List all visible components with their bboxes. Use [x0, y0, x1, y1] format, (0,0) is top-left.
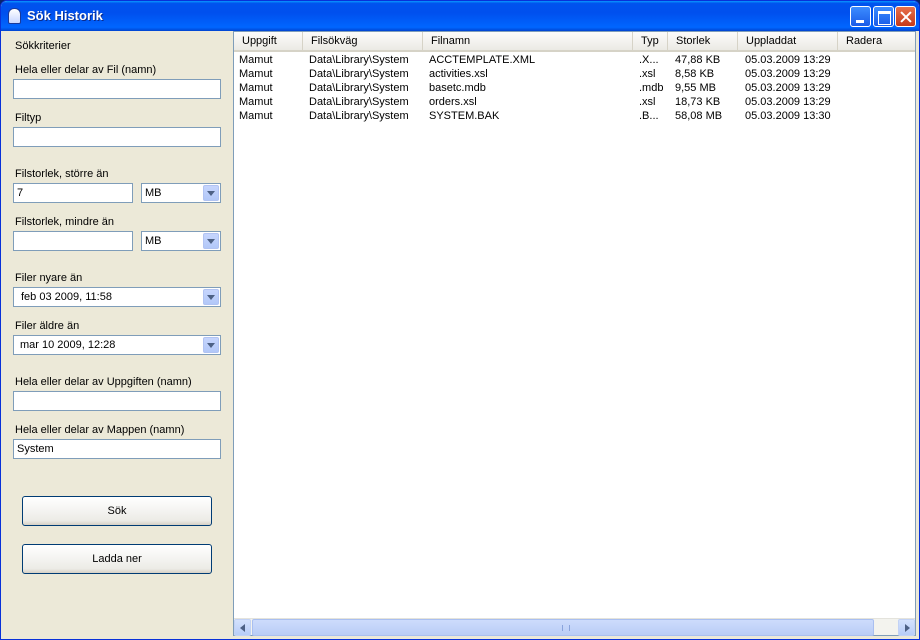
- chevron-down-icon[interactable]: [203, 289, 219, 305]
- cell-path: Data\Library\System: [309, 54, 409, 66]
- table-row[interactable]: Mamut Data\Library\System orders.xsl .xs…: [234, 95, 915, 109]
- search-criteria-heading: Sökkriterier: [15, 40, 71, 52]
- cell-filename: ACCTEMPLATE.XML: [429, 54, 536, 66]
- cell-uploaded: 05.03.2009 13:29: [745, 54, 831, 66]
- table-row[interactable]: Mamut Data\Library\System ACCTEMPLATE.XM…: [234, 53, 915, 67]
- older-than-value: mar 10 2009, 12:28: [20, 339, 116, 351]
- cell-uploaded: 05.03.2009 13:29: [745, 68, 831, 80]
- older-than-datepicker[interactable]: mar 10 2009, 12:28: [13, 335, 221, 355]
- cell-type: .B...: [639, 110, 659, 122]
- cell-path: Data\Library\System: [309, 110, 409, 122]
- cell-type: .xsl: [639, 68, 656, 80]
- filetype-label: Filtyp: [15, 112, 42, 124]
- maximize-button[interactable]: [873, 6, 894, 27]
- column-header-path[interactable]: Filsökväg: [303, 32, 423, 50]
- app-icon: [8, 8, 21, 24]
- cell-uploaded: 05.03.2009 13:29: [745, 96, 831, 108]
- app-window: Sök Historik Sökkriterier Hela eller del…: [0, 0, 920, 640]
- cell-type: .mdb: [639, 82, 664, 94]
- cell-filename: SYSTEM.BAK: [429, 110, 500, 122]
- cell-filename: activities.xsl: [429, 68, 488, 80]
- cell-size: 47,88 KB: [675, 54, 721, 66]
- column-header-filename[interactable]: Filnamn: [423, 32, 633, 50]
- cell-path: Data\Library\System: [309, 68, 409, 80]
- newer-than-value: feb 03 2009, 11:58: [21, 291, 112, 303]
- cell-path: Data\Library\System: [309, 96, 409, 108]
- size-larger-unit-select[interactable]: MB: [141, 183, 221, 203]
- filetype-input[interactable]: [13, 127, 221, 147]
- filename-label: Hela eller delar av Fil (namn): [15, 64, 157, 76]
- table-row[interactable]: Mamut Data\Library\System basetc.mdb .md…: [234, 81, 915, 95]
- horizontal-scrollbar[interactable]: [234, 618, 915, 636]
- newer-than-datepicker[interactable]: feb 03 2009, 11:58: [13, 287, 221, 307]
- column-header-delete[interactable]: Radera: [838, 32, 915, 50]
- search-criteria-panel: Sökkriterier Hela eller delar av Fil (na…: [5, 31, 231, 637]
- list-header: Uppgift Filsökväg Filnamn Typ Storlek Up…: [234, 32, 915, 52]
- cell-size: 58,08 MB: [675, 110, 723, 122]
- cell-task: Mamut: [239, 110, 273, 122]
- task-name-label: Hela eller delar av Uppgiften (namn): [15, 376, 192, 388]
- cell-size: 8,58 KB: [675, 68, 715, 80]
- cell-uploaded: 05.03.2009 13:30: [745, 110, 831, 122]
- older-than-label: Filer äldre än: [15, 320, 80, 332]
- close-button[interactable]: [895, 6, 916, 27]
- chevron-down-icon[interactable]: [203, 233, 219, 249]
- cell-type: .X...: [639, 54, 659, 66]
- filename-input[interactable]: [13, 79, 221, 99]
- size-smaller-input[interactable]: [13, 231, 133, 251]
- cell-size: 9,55 MB: [675, 82, 716, 94]
- column-header-task[interactable]: Uppgift: [234, 32, 303, 50]
- size-larger-label: Filstorlek, större än: [15, 168, 109, 180]
- cell-size: 18,73 KB: [675, 96, 721, 108]
- size-smaller-label: Filstorlek, mindre än: [15, 216, 115, 228]
- column-header-type[interactable]: Typ: [633, 32, 668, 50]
- cell-uploaded: 05.03.2009 13:29: [745, 82, 831, 94]
- cell-path: Data\Library\System: [309, 82, 409, 94]
- size-larger-input[interactable]: 7: [13, 183, 133, 203]
- column-header-uploaded[interactable]: Uppladdat: [738, 32, 838, 50]
- results-list: Uppgift Filsökväg Filnamn Typ Storlek Up…: [233, 31, 916, 636]
- search-button[interactable]: Sök: [22, 496, 212, 526]
- newer-than-label: Filer nyare än: [15, 272, 83, 284]
- folder-name-input[interactable]: System: [13, 439, 221, 459]
- scroll-thumb[interactable]: [252, 619, 874, 636]
- title-bar[interactable]: Sök Historik: [1, 1, 919, 31]
- download-button[interactable]: Ladda ner: [22, 544, 212, 574]
- window-title: Sök Historik: [27, 8, 103, 23]
- size-larger-unit-value: MB: [145, 187, 162, 199]
- chevron-down-icon[interactable]: [203, 185, 219, 201]
- table-row[interactable]: Mamut Data\Library\System activities.xsl…: [234, 67, 915, 81]
- minimize-button[interactable]: [850, 6, 871, 27]
- scroll-right-icon[interactable]: [898, 619, 915, 636]
- table-row[interactable]: Mamut Data\Library\System SYSTEM.BAK .B.…: [234, 109, 915, 123]
- task-name-input[interactable]: [13, 391, 221, 411]
- size-smaller-unit-value: MB: [145, 235, 162, 247]
- column-header-size[interactable]: Storlek: [668, 32, 738, 50]
- cell-filename: orders.xsl: [429, 96, 477, 108]
- cell-filename: basetc.mdb: [429, 82, 486, 94]
- folder-name-label: Hela eller delar av Mappen (namn): [15, 424, 185, 436]
- grip-icon: [562, 625, 570, 631]
- cell-task: Mamut: [239, 96, 273, 108]
- cell-task: Mamut: [239, 54, 273, 66]
- size-smaller-unit-select[interactable]: MB: [141, 231, 221, 251]
- cell-task: Mamut: [239, 68, 273, 80]
- scroll-left-icon[interactable]: [234, 619, 251, 636]
- cell-task: Mamut: [239, 82, 273, 94]
- cell-type: .xsl: [639, 96, 656, 108]
- chevron-down-icon[interactable]: [203, 337, 219, 353]
